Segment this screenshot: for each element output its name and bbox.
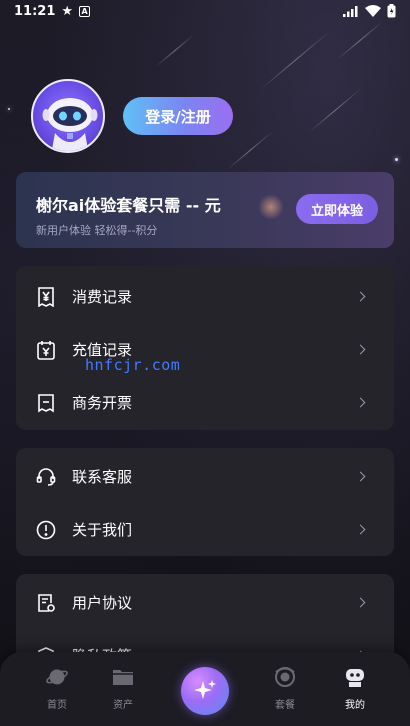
star-decoration (395, 158, 398, 161)
menu-item-user-agreement[interactable]: 用户协议 (16, 576, 394, 629)
info-icon (36, 520, 56, 540)
menu-item-about-us[interactable]: 关于我们 (16, 503, 394, 556)
menu-label: 联系客服 (72, 468, 133, 486)
nav-item-home[interactable]: 首页 (27, 666, 87, 711)
chevron-right-icon (355, 291, 366, 302)
nav-item-assets[interactable]: 资产 (93, 666, 153, 711)
menu-item-recharge-records[interactable]: 充值记录 (16, 323, 394, 376)
login-register-button[interactable]: 登录/注册 (123, 97, 233, 135)
chevron-right-icon (355, 397, 366, 408)
nav-label: 套餐 (275, 700, 295, 711)
watermark-text: hnfcjr.com (85, 356, 181, 374)
invoice-icon (36, 393, 56, 413)
chevron-right-icon (355, 471, 366, 482)
menu-item-business-invoice[interactable]: 商务开票 (16, 376, 394, 429)
wifi-icon (365, 5, 381, 17)
receipt-yen-icon (36, 286, 56, 307)
promo-glow (258, 194, 284, 220)
chevron-right-icon (355, 344, 366, 355)
chevron-right-icon (355, 597, 366, 608)
battery-icon (387, 4, 396, 18)
status-time: 11:21 (14, 3, 56, 19)
chevron-right-icon (355, 524, 366, 535)
nav-item-mine[interactable]: 我的 (325, 666, 385, 711)
app-notification-icon: A (79, 5, 91, 17)
nav-label: 我的 (345, 700, 365, 711)
nav-item-packages[interactable]: 套餐 (255, 666, 315, 711)
package-icon (275, 667, 295, 687)
menu-label: 商务开票 (72, 394, 133, 412)
menu-item-consumption-records[interactable]: 消费记录 (16, 270, 394, 323)
star-decoration (8, 108, 10, 110)
star-icon: ★ (61, 3, 74, 19)
menu-item-contact-support[interactable]: 联系客服 (16, 450, 394, 503)
menu-card-support: 联系客服 关于我们 (16, 448, 394, 556)
nav-label: 资产 (113, 700, 133, 711)
promo-title: 榭尔ai体验套餐只需 -- 元 (36, 196, 221, 215)
nav-label: 首页 (47, 700, 67, 711)
promo-banner[interactable]: 榭尔ai体验套餐只需 -- 元 新用户体验 轻松得--积分 立即体验 (16, 172, 394, 248)
agreement-icon (36, 593, 56, 613)
try-now-button[interactable]: 立即体验 (296, 194, 378, 224)
calendar-yen-icon (36, 340, 56, 360)
folder-icon (113, 670, 133, 685)
planet-icon (46, 669, 68, 685)
menu-label: 关于我们 (72, 521, 133, 539)
ai-create-button[interactable] (181, 667, 229, 715)
signal-icon (343, 6, 358, 17)
headset-icon (36, 467, 56, 487)
avatar[interactable] (31, 79, 105, 153)
promo-subtitle: 新用户体验 轻松得--积分 (36, 224, 158, 237)
menu-card-records: 消费记录 充值记录 商务开票 (16, 266, 394, 430)
robot-icon (346, 669, 364, 687)
status-bar: 11:21 ★ A (0, 0, 410, 22)
menu-label: 消费记录 (72, 288, 133, 306)
menu-label: 用户协议 (72, 594, 133, 612)
sparkle-icon (194, 680, 216, 699)
